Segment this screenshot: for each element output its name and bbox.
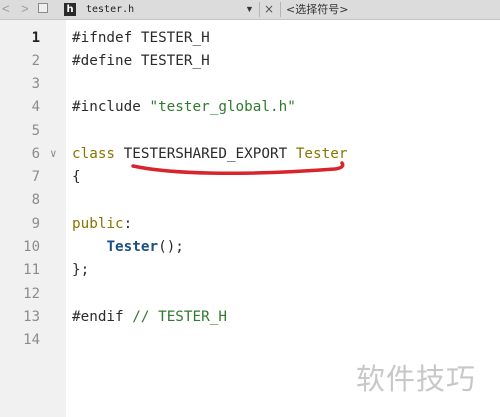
chevron-left-icon[interactable]: < (2, 1, 10, 17)
toolbar-divider (259, 2, 260, 17)
code-line-2[interactable]: #define TESTER_H (72, 51, 210, 71)
indent-token (72, 239, 106, 255)
file-dropdown-icon[interactable]: ▼ (245, 2, 254, 16)
line-number: 9 (31, 216, 40, 232)
line-number: 13 (23, 309, 40, 325)
comment-token: // TESTER_H (132, 309, 227, 325)
code-line-1[interactable]: #ifndef TESTER_H (72, 28, 210, 48)
line-number-gutter: 1 2 3 4 5 6 ∨ 7 8 9 10 11 12 13 14 (0, 20, 66, 417)
string-token: "tester_global.h" (149, 99, 296, 115)
line-number: 8 (31, 192, 40, 208)
code-line-9[interactable]: public: (72, 214, 132, 234)
symbol-selector[interactable]: <选择符号> (286, 2, 348, 17)
line-number: 1 (31, 30, 40, 46)
function-token: Tester (106, 239, 159, 255)
line-number: 2 (31, 53, 40, 69)
code-line-4[interactable]: #include "tester_global.h" (72, 97, 296, 117)
line-number: 6 (31, 146, 40, 162)
preprocessor-token: #include (72, 99, 150, 115)
line-number: 14 (23, 332, 40, 348)
fold-toggle-icon[interactable]: ∨ (50, 144, 57, 164)
chevron-right-icon[interactable]: > (21, 1, 29, 17)
keyword-token: class (72, 146, 116, 162)
toolbar-divider (280, 2, 281, 17)
line-number: 7 (31, 169, 40, 185)
code-line-7[interactable]: { (72, 167, 81, 187)
header-file-icon: h (64, 3, 76, 16)
watermark-text: 软件技巧 (356, 362, 477, 396)
keyword-token: public (72, 216, 124, 232)
editor-toolbar: < > h tester.h ▼ × <选择符号> (0, 0, 500, 20)
lock-icon[interactable] (38, 3, 48, 13)
code-line-11[interactable]: }; (72, 260, 89, 280)
code-line-10[interactable]: Tester(); (72, 237, 184, 257)
line-number: 12 (23, 286, 40, 302)
line-number: 10 (23, 239, 40, 255)
red-underline-annotation (131, 161, 345, 176)
punctuation-token: (); (158, 239, 184, 255)
preprocessor-token: #endif (72, 309, 133, 325)
line-number: 3 (31, 76, 40, 92)
close-file-button[interactable]: × (264, 1, 274, 17)
code-line-13[interactable]: #endif // TESTER_H (72, 307, 227, 327)
line-number: 4 (31, 99, 40, 115)
punctuation-token: : (123, 216, 133, 232)
line-number: 5 (31, 123, 40, 139)
file-name[interactable]: tester.h (86, 3, 134, 17)
line-number: 11 (23, 262, 40, 278)
